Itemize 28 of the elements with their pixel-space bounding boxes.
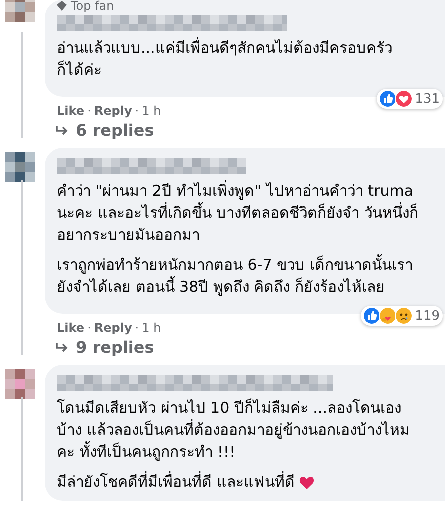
- like-reaction-icon: [379, 90, 398, 108]
- reaction-summary[interactable]: 131: [377, 89, 443, 109]
- timestamp: 1 h: [142, 104, 162, 118]
- reply-arrow-icon: [55, 124, 69, 136]
- comment-text: โดนมีดเสียบหัว ผ่านไป 10 ปีก็ไม่ลืมค่ะ ...ลองโดนเองบ้าง แล้วลองเป็นคนที่ต้องออกมาอยู่ข้างนอกเองบ้างไหมคะ ทั้งทีเป็นคนถูกกระทำ !!!: [57, 398, 411, 463]
- separator-dot: ·: [134, 104, 140, 118]
- reaction-summary[interactable]: 119: [361, 306, 443, 326]
- top-fan-label: Top fan: [71, 1, 114, 11]
- like-reaction-icon: [363, 307, 382, 325]
- hugging-emoji-icon: [379, 307, 398, 325]
- heart-reaction-icon: [395, 90, 414, 108]
- comment-text: มีล่ายังโชคดีที่มีเพื่อนที่ดี และแฟนที่ดี: [57, 471, 295, 493]
- reply-arrow-icon: [55, 342, 69, 354]
- diamond-icon: [57, 1, 67, 11]
- view-replies-link[interactable]: 9 replies: [76, 338, 154, 357]
- action-link[interactable]: Reply: [94, 104, 132, 118]
- action-link[interactable]: Like: [57, 104, 85, 118]
- comment-text: อ่านแล้วแบบ...แค่มีเพื่อนดีๆสักคนไม่ต้องมีครอบครัวก็ได้ค่ะ: [57, 37, 394, 81]
- separator-dot: ·: [86, 321, 92, 335]
- action-link[interactable]: Like: [57, 321, 85, 335]
- comment-text: คำว่า "ผ่านมา 2ปี ทำไมเพิ่งพูด" ไปหาอ่านคำว่า truma นะคะ และอะไรที่เกิดขึ้น บางทีตลอดชีวิตก็ยังจำ วันหนึ่งก็อยากระบายมันออกมา: [57, 180, 419, 246]
- timestamp: 1 h: [142, 321, 162, 335]
- comment-text: เราถูกพ่อทำร้ายหนักมากตอน 6-7 ขวบ เด็กขนาดนั้นเรายังจำได้เลย ตอนนี้ 38ปี พูดถึง คิดถึง ก็ยังร้องไห้เลย: [57, 254, 414, 298]
- view-replies-link[interactable]: 6 replies: [76, 121, 154, 140]
- separator-dot: ·: [86, 104, 92, 118]
- action-link[interactable]: Reply: [94, 321, 132, 335]
- sad-emoji-icon: [395, 307, 414, 325]
- separator-dot: ·: [134, 321, 140, 335]
